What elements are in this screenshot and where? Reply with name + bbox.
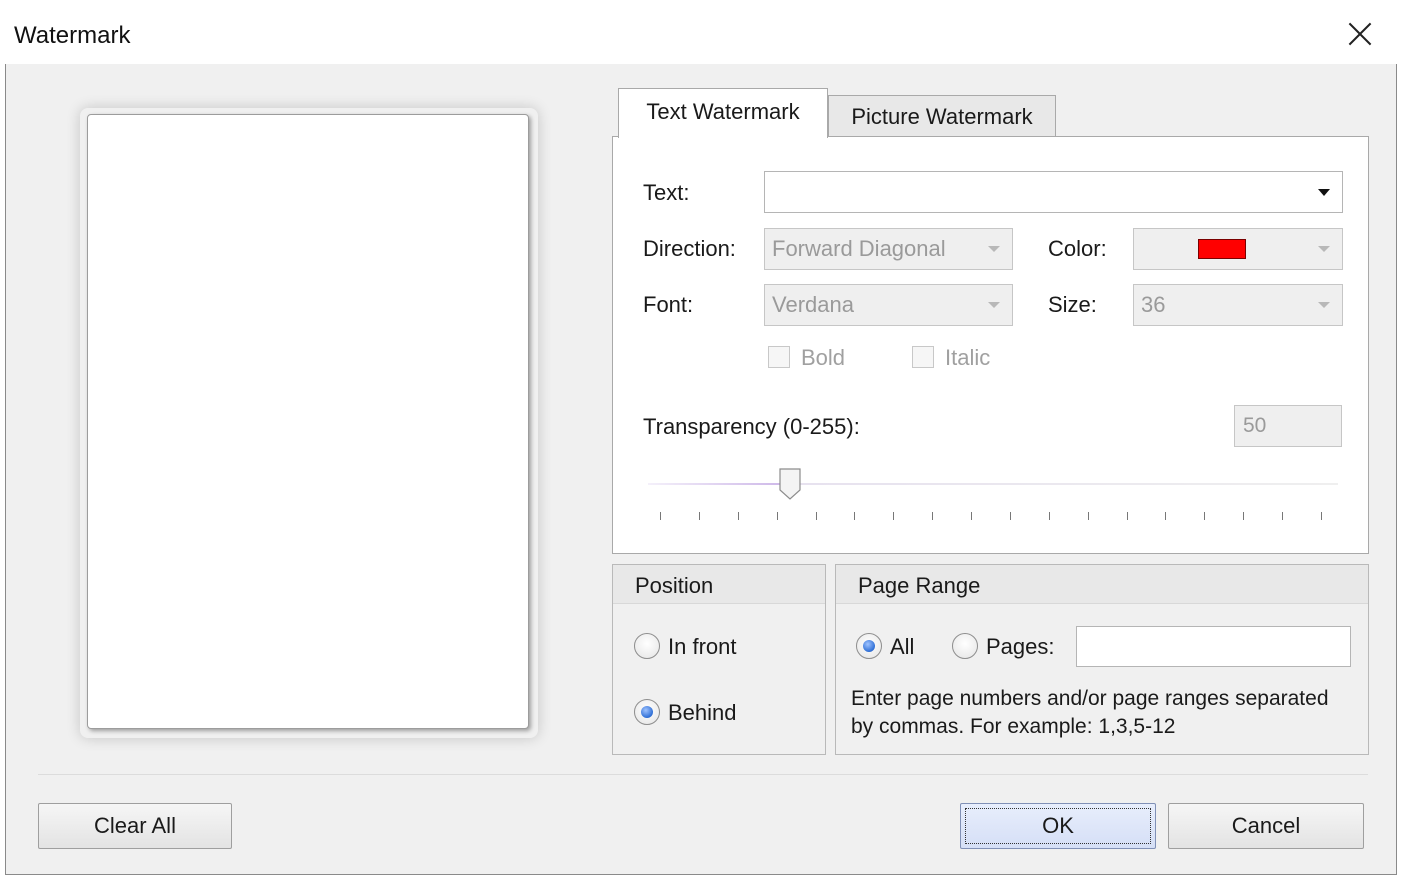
- slider-tick: [1321, 512, 1322, 520]
- color-label: Color:: [1048, 236, 1107, 261]
- direction-label: Direction:: [643, 236, 736, 261]
- transparency-label: Transparency (0-255):: [643, 414, 860, 439]
- direction-combobox[interactable]: Forward Diagonal: [764, 228, 1013, 270]
- footer-separator: [38, 774, 1368, 775]
- page-range-hint: Enter page numbers and/or page ranges se…: [851, 687, 1329, 738]
- chevron-down-icon: [988, 246, 1000, 252]
- watermark-preview-page: [87, 114, 529, 729]
- chevron-down-icon: [1318, 302, 1330, 308]
- slider-tick: [660, 512, 661, 520]
- pages-label: Pages:: [986, 634, 1055, 659]
- slider-tick: [1048, 512, 1050, 520]
- transparency-slider-track[interactable]: [648, 483, 1338, 485]
- slider-tick: [1009, 512, 1011, 520]
- slider-tick: [893, 512, 895, 520]
- text-combobox[interactable]: [764, 171, 1343, 213]
- italic-checkbox[interactable]: [912, 346, 934, 368]
- chevron-down-icon: [1318, 246, 1330, 252]
- slider-tick: [932, 512, 934, 520]
- text-label: Text:: [643, 180, 690, 205]
- slider-tick: [1282, 512, 1284, 520]
- chevron-down-icon: [988, 302, 1000, 308]
- all-pages-label: All: [890, 634, 915, 659]
- focus-rectangle: [965, 808, 1151, 844]
- slider-tick: [815, 512, 817, 520]
- color-picker[interactable]: [1133, 228, 1343, 270]
- slider-tick: [1165, 512, 1167, 520]
- clear-all-button[interactable]: Clear All: [38, 803, 232, 849]
- slider-tick: [971, 512, 973, 520]
- direction-value: Forward Diagonal: [772, 236, 946, 261]
- color-swatch: [1198, 239, 1246, 259]
- cancel-button[interactable]: Cancel: [1168, 803, 1364, 849]
- tab-text-watermark[interactable]: Text Watermark: [618, 88, 828, 138]
- window-title: Watermark: [14, 22, 131, 49]
- size-value: 36: [1141, 292, 1166, 317]
- bold-label: Bold: [801, 345, 846, 370]
- ok-button[interactable]: OK: [960, 803, 1156, 849]
- tab-picture-watermark[interactable]: Picture Watermark: [828, 95, 1056, 137]
- all-pages-radio[interactable]: [856, 633, 882, 659]
- font-value: Verdana: [772, 292, 854, 317]
- slider-tick: [776, 512, 778, 520]
- page-range-title: Page Range: [858, 573, 981, 598]
- slider-tick: [1204, 512, 1206, 520]
- pages-radio[interactable]: [952, 633, 978, 659]
- slider-tick: [1126, 512, 1128, 520]
- bold-checkbox[interactable]: [768, 346, 790, 368]
- slider-tick: [1243, 512, 1245, 520]
- close-icon[interactable]: [1342, 16, 1378, 52]
- slider-tick: [698, 512, 700, 520]
- transparency-value: 50: [1243, 414, 1267, 437]
- position-title: Position: [635, 573, 714, 598]
- slider-tick: [854, 512, 856, 520]
- pages-input[interactable]: [1076, 626, 1351, 667]
- behind-radio[interactable]: [634, 699, 660, 725]
- font-combobox[interactable]: Verdana: [764, 284, 1013, 326]
- page-range-header: Page Range: [836, 565, 1368, 604]
- slider-thumb-icon: [778, 468, 801, 500]
- font-label: Font:: [643, 292, 694, 317]
- italic-label: Italic: [945, 345, 991, 370]
- in-front-label: In front: [668, 634, 737, 659]
- transparency-slider-thumb[interactable]: [778, 468, 801, 500]
- size-combobox[interactable]: 36: [1133, 284, 1343, 326]
- in-front-radio[interactable]: [634, 633, 660, 659]
- slider-tick: [737, 512, 739, 520]
- transparency-input[interactable]: 50: [1234, 405, 1342, 447]
- size-label: Size:: [1048, 292, 1097, 317]
- chevron-down-icon[interactable]: [1318, 189, 1330, 196]
- slider-tick: [1087, 512, 1089, 520]
- behind-label: Behind: [668, 700, 737, 725]
- position-header: Position: [613, 565, 825, 604]
- title-bar: [5, 8, 1397, 64]
